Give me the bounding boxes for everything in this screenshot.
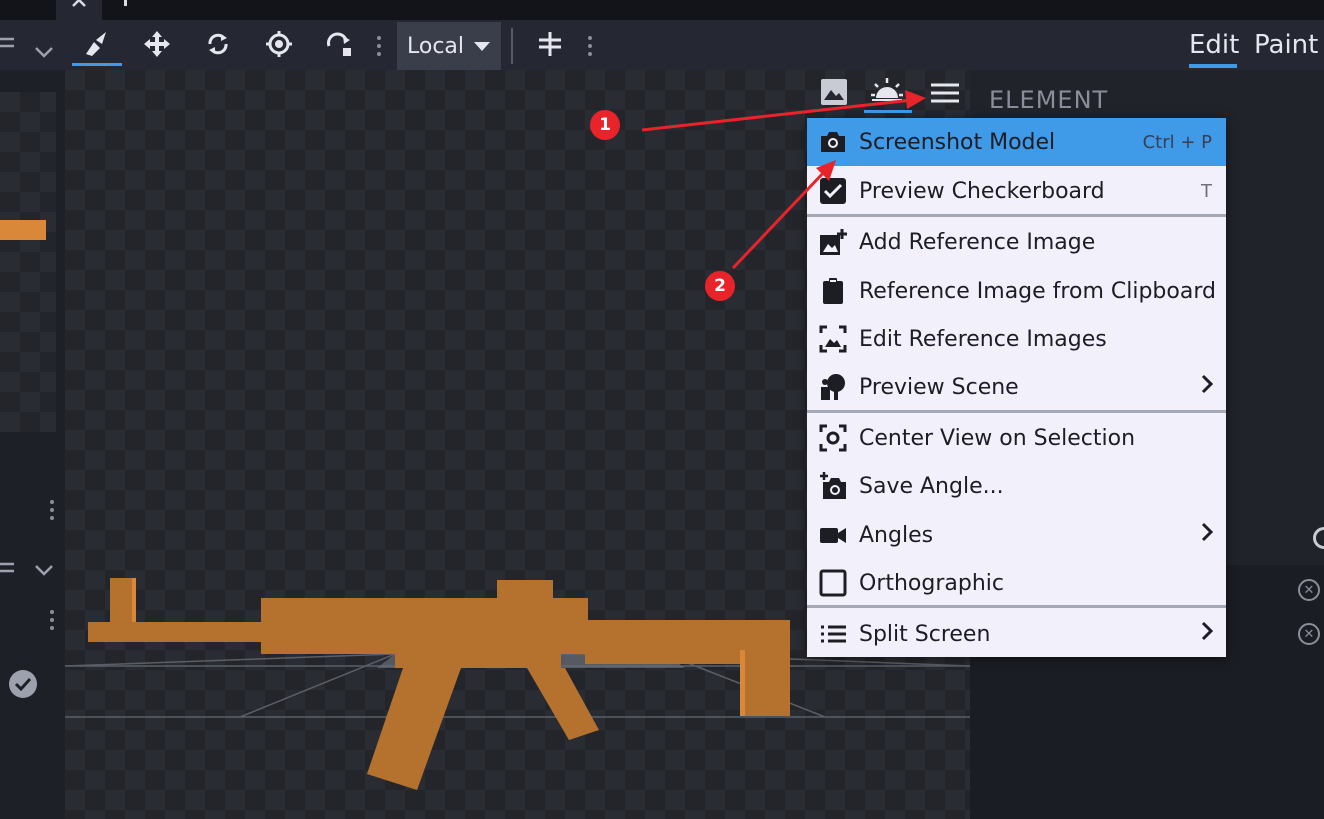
- add-image-icon: [807, 228, 859, 256]
- menu-item-label: Preview Checkerboard: [859, 178, 1105, 204]
- rifle-highlight: [132, 578, 136, 622]
- rifle-highlight-2: [740, 650, 745, 716]
- toolbar: [0, 20, 1324, 70]
- annotation-badge-1: 1: [590, 110, 620, 140]
- add-camera-icon: [807, 472, 859, 500]
- hamburger-menu-icon[interactable]: [930, 82, 960, 108]
- element-section-title: ELEMENT: [989, 86, 1109, 114]
- toolbar-more-icon-2[interactable]: [588, 36, 592, 56]
- menu-item-edit-reference-images[interactable]: Edit Reference Images: [807, 315, 1226, 363]
- resize-tool-icon: [327, 32, 351, 56]
- pivot-tool-icon: [86, 32, 106, 56]
- submenu-chevron-icon: [1200, 522, 1226, 548]
- new-tab-icon[interactable]: [124, 0, 127, 6]
- checkbox-checked-icon: [807, 177, 859, 205]
- menu-item-label: Preview Scene: [859, 374, 1019, 400]
- active-mode-indicator: [1189, 64, 1237, 68]
- center-focus-icon: [807, 424, 859, 452]
- mode-edit-tab[interactable]: Edit: [1189, 30, 1239, 60]
- transform-space-select[interactable]: Local: [397, 22, 501, 70]
- submenu-chevron-icon: [1200, 621, 1226, 647]
- menu-item-split-screen[interactable]: Split Screen: [807, 610, 1226, 658]
- menu-separator: [807, 410, 1226, 413]
- lighting-active-indicator: [864, 110, 912, 113]
- menu-item-label: Save Angle...: [859, 473, 1004, 499]
- annotation-badge-2: 2: [705, 271, 735, 301]
- pivot-tool-button[interactable]: [72, 26, 122, 66]
- menu-separator: [807, 214, 1226, 217]
- texture-swatch[interactable]: [0, 220, 46, 240]
- video-camera-icon: [807, 521, 859, 549]
- rifle-model: [88, 578, 790, 790]
- menu-item-label: Reference Image from Clipboard: [859, 278, 1216, 304]
- transform-space-value: Local: [407, 33, 465, 59]
- outliner-chevron-down-icon[interactable]: [34, 561, 54, 580]
- menu-item-label: Add Reference Image: [859, 229, 1096, 255]
- menu-item-shortcut: T: [1201, 180, 1212, 202]
- outliner-more-icon[interactable]: [50, 610, 54, 630]
- menu-item-label: Center View on Selection: [859, 425, 1136, 451]
- close-tab-icon[interactable]: [70, 0, 88, 8]
- move-tool-button[interactable]: [139, 26, 175, 62]
- menu-item-add-reference-image[interactable]: Add Reference Image: [807, 218, 1226, 266]
- visibility-check-icon[interactable]: [9, 670, 37, 698]
- submenu-chevron-icon: [1200, 374, 1226, 400]
- background-image-icon[interactable]: [820, 78, 848, 110]
- menu-item-preview-checkerboard[interactable]: Preview Checkerboard T: [807, 167, 1226, 215]
- menu-item-screenshot-model[interactable]: Screenshot Model Ctrl + P: [807, 118, 1226, 166]
- menu-item-shortcut: Ctrl + P: [1142, 131, 1212, 153]
- viewport-menu: Screenshot Model Ctrl + P Preview Checke…: [807, 118, 1226, 657]
- menu-item-label: Orthographic: [859, 570, 1004, 596]
- mirror-icon: [539, 32, 561, 56]
- left-panel-more-icon[interactable]: [50, 500, 54, 520]
- toolbar-more-icon[interactable]: [377, 36, 381, 56]
- move-tool-icon: [144, 31, 170, 57]
- edit-image-icon: [807, 325, 859, 353]
- clipboard-icon: [807, 277, 859, 305]
- texture-preview: [0, 92, 56, 432]
- menu-item-center-view[interactable]: Center View on Selection: [807, 414, 1226, 462]
- scene-icon: [807, 373, 859, 401]
- rotate-tool-button[interactable]: [200, 26, 236, 62]
- active-tab[interactable]: [56, 0, 102, 20]
- list-icon: [807, 620, 859, 648]
- panel-menu-icon[interactable]: [0, 35, 16, 54]
- menu-item-label: Angles: [859, 522, 934, 548]
- pivot-point-tool-button[interactable]: [261, 26, 297, 62]
- menu-item-label: Edit Reference Images: [859, 326, 1107, 352]
- remove-icon-2[interactable]: ✕: [1298, 623, 1320, 645]
- menu-item-save-angle[interactable]: Save Angle...: [807, 462, 1226, 510]
- title-bar: [0, 0, 1324, 20]
- checkbox-unchecked-icon: [807, 569, 859, 597]
- camera-icon: [807, 128, 859, 156]
- lighting-icon[interactable]: [870, 74, 904, 112]
- menu-item-angles[interactable]: Angles: [807, 511, 1226, 559]
- dropdown-caret-icon: [474, 41, 491, 51]
- toolbar-divider: [511, 28, 513, 64]
- outliner-menu-icon[interactable]: [0, 560, 16, 579]
- mirror-tool-button[interactable]: [532, 26, 568, 62]
- remove-icon[interactable]: ✕: [1298, 579, 1320, 601]
- crosshair-icon: [266, 31, 292, 57]
- menu-item-label: Screenshot Model: [859, 129, 1056, 155]
- mode-paint-tab[interactable]: Paint: [1254, 30, 1318, 60]
- resize-tool-button[interactable]: [322, 26, 358, 62]
- rotate-tool-icon: [208, 33, 228, 55]
- menu-item-label: Split Screen: [859, 621, 991, 647]
- chevron-down-icon[interactable]: [34, 43, 54, 62]
- menu-item-reference-from-clipboard[interactable]: Reference Image from Clipboard: [807, 267, 1226, 315]
- menu-separator: [807, 605, 1226, 608]
- menu-item-orthographic[interactable]: Orthographic: [807, 559, 1226, 607]
- menu-item-preview-scene[interactable]: Preview Scene: [807, 363, 1226, 411]
